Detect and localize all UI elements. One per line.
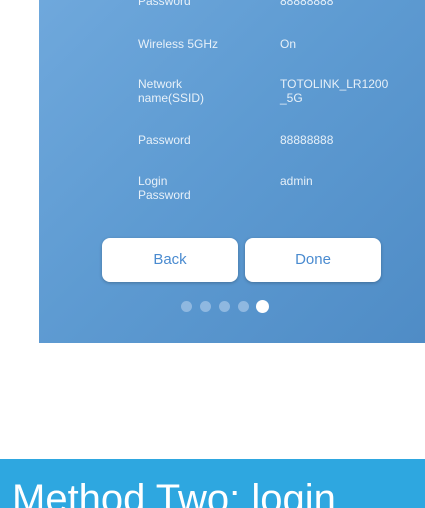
row-value: 88888888 [280,133,334,147]
page-dot[interactable] [181,301,192,312]
page-dot-active[interactable] [256,300,269,313]
row-label: Login Password [138,174,191,202]
row-label: Wireless 5GHz [138,37,219,51]
page-dot[interactable] [219,301,230,312]
method-banner: Method Two: login [0,459,425,508]
done-button[interactable]: Done [245,238,381,282]
row-label: Network name(SSID) [138,77,205,105]
row-label: Password [138,0,191,8]
row-value: admin [280,174,313,188]
row-label: Password [138,133,191,147]
banner-title: Method Two: login [12,477,336,508]
row-value: On [280,37,297,51]
page: Password 88888888 Wireless 5GHz On Netwo… [0,0,425,508]
back-button[interactable]: Back [102,238,238,282]
page-dot[interactable] [200,301,211,312]
row-value: TOTOLINK_LR1200_5G [280,77,389,105]
row-value: 88888888 [280,0,334,8]
page-dot[interactable] [238,301,249,312]
setup-summary-panel: Password 88888888 Wireless 5GHz On Netwo… [39,0,425,343]
